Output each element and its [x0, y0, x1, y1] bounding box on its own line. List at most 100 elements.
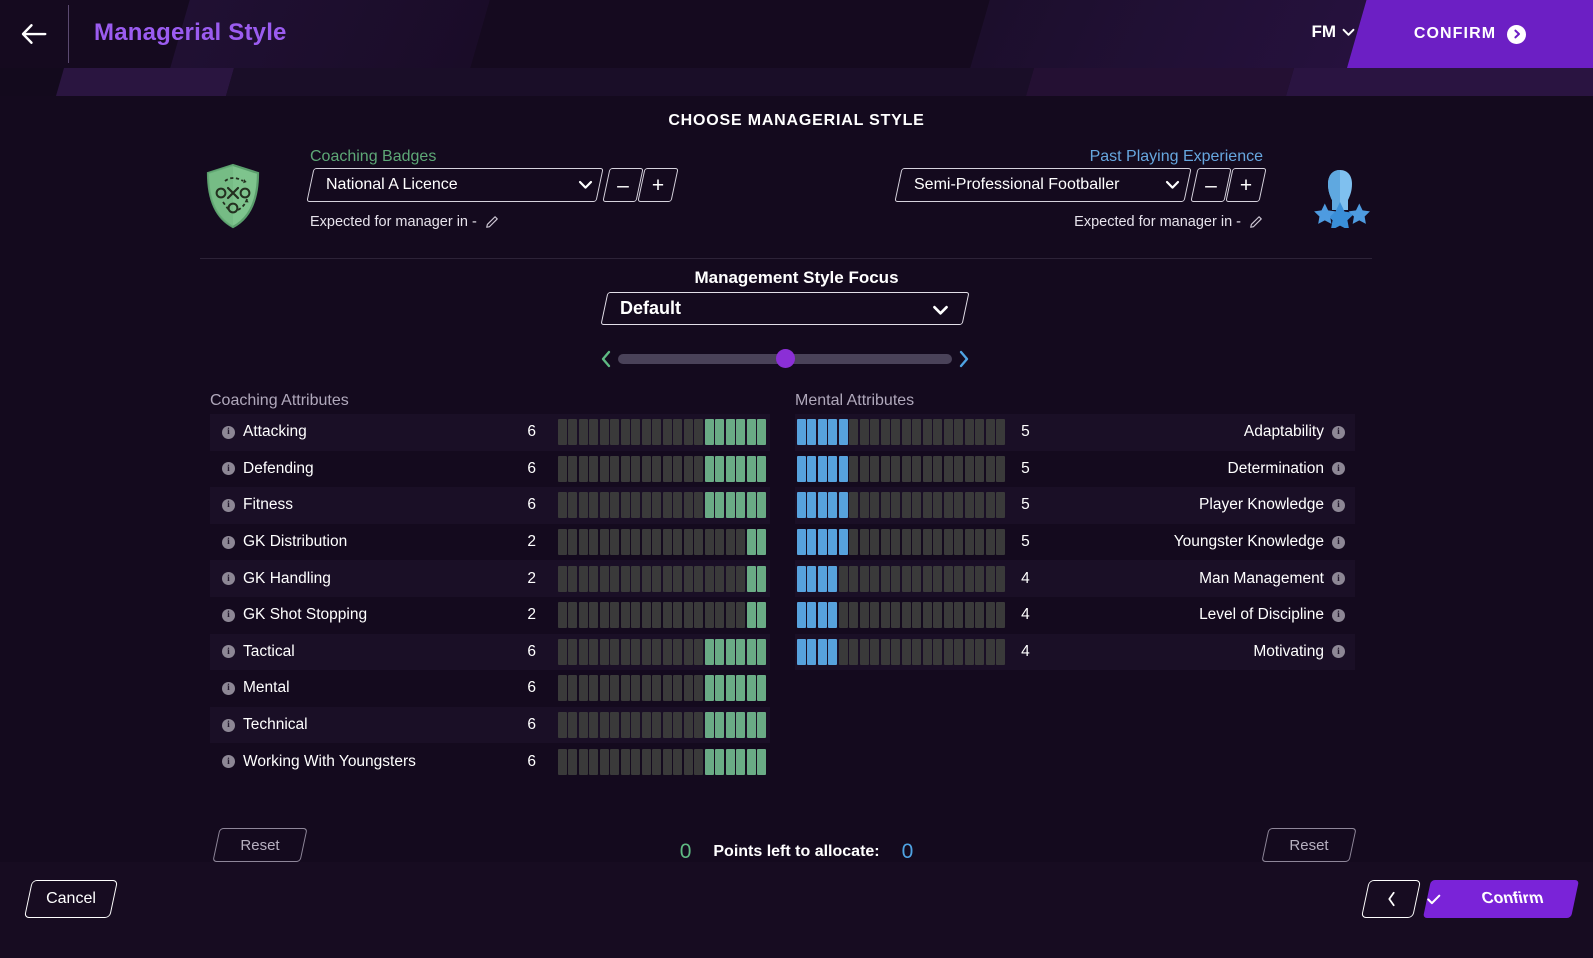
bar-segment	[620, 748, 630, 775]
bar-segment	[797, 529, 806, 556]
info-icon[interactable]: i	[1332, 645, 1345, 659]
info-icon[interactable]: i	[222, 462, 235, 476]
table-row[interactable]: 4 Motivating i	[795, 633, 1355, 671]
previous-button[interactable]	[1360, 880, 1422, 918]
bar-segment	[631, 675, 641, 702]
bar-segment	[610, 419, 620, 446]
bar-segment	[870, 602, 880, 629]
back-button[interactable]	[0, 0, 68, 68]
pencil-icon[interactable]	[1249, 215, 1263, 229]
bar-segment	[985, 419, 995, 446]
confirm-top-button[interactable]: CONFIRM	[1347, 0, 1593, 68]
past-playing-increment[interactable]: +	[1225, 168, 1267, 202]
bar-segment	[558, 712, 567, 739]
chevron-left-icon[interactable]	[600, 350, 612, 368]
focus-slider[interactable]	[600, 346, 970, 372]
cancel-button[interactable]: Cancel	[23, 880, 119, 918]
info-icon[interactable]: i	[222, 425, 235, 439]
table-row[interactable]: i GK Distribution 2	[210, 524, 770, 561]
attribute-name-cell: Youngster Knowledge i	[1053, 533, 1355, 551]
bar-segment	[985, 638, 995, 665]
bar-segment	[891, 638, 901, 665]
table-row[interactable]: i Attacking 6	[210, 414, 770, 451]
info-icon[interactable]: i	[222, 681, 235, 695]
info-icon[interactable]: i	[1332, 608, 1345, 622]
table-row[interactable]: i Mental 6	[210, 670, 770, 707]
info-icon[interactable]: i	[1332, 572, 1345, 586]
table-row[interactable]: i Tactical 6	[210, 633, 770, 671]
info-icon[interactable]: i	[1332, 462, 1345, 476]
bar-segment	[954, 492, 964, 519]
bar-segment	[568, 748, 578, 775]
bar-segment	[620, 638, 630, 665]
table-row[interactable]: i Working With Youngsters 6	[210, 743, 770, 780]
past-playing-value: Semi-Professional Footballer	[914, 176, 1120, 193]
attribute-label: GK Distribution	[243, 533, 348, 551]
bar-segment	[694, 602, 704, 629]
info-icon[interactable]: i	[222, 645, 235, 659]
top-bar: Managerial Style FM CONFIRM	[0, 0, 1593, 68]
bar-segment	[849, 455, 859, 482]
coaching-badges-increment[interactable]: +	[637, 168, 679, 202]
info-icon[interactable]: i	[222, 755, 235, 769]
table-row[interactable]: 4 Man Management i	[795, 560, 1355, 597]
pencil-icon[interactable]	[485, 215, 499, 229]
table-row[interactable]: i Technical 6	[210, 706, 770, 744]
bar-segment	[757, 638, 767, 665]
bar-segment	[807, 602, 817, 629]
bar-segment	[933, 602, 943, 629]
chevron-down-icon[interactable]	[1165, 180, 1180, 190]
info-icon[interactable]: i	[222, 535, 235, 549]
bar-segment	[736, 419, 746, 446]
chevron-down-icon[interactable]	[932, 305, 949, 316]
table-row[interactable]: i Fitness 6	[210, 487, 770, 524]
attribute-bar	[797, 492, 1006, 519]
table-row[interactable]: 5 Player Knowledge i	[795, 487, 1355, 524]
bar-segment	[746, 492, 756, 519]
coaching-badges-value: National A Licence	[326, 176, 458, 193]
bar-segment	[652, 748, 662, 775]
bar-segment	[558, 748, 567, 775]
table-row[interactable]: i GK Handling 2	[210, 560, 770, 597]
info-icon[interactable]: i	[222, 608, 235, 622]
table-row[interactable]: 5 Youngster Knowledge i	[795, 524, 1355, 561]
info-icon[interactable]: i	[1332, 498, 1345, 512]
bar-segment	[558, 675, 567, 702]
info-icon[interactable]: i	[222, 498, 235, 512]
table-row[interactable]: 5 Adaptability i	[795, 414, 1355, 451]
chevron-right-icon[interactable]	[958, 350, 970, 368]
bar-segment	[912, 565, 922, 592]
bar-segment	[610, 748, 620, 775]
info-icon[interactable]: i	[222, 718, 235, 732]
table-row[interactable]: i Defending 6	[210, 451, 770, 488]
circle-arrow-right-icon	[1507, 24, 1527, 44]
chevron-down-icon[interactable]	[578, 180, 593, 190]
info-icon[interactable]: i	[222, 572, 235, 586]
bar-segment	[964, 602, 974, 629]
bar-segment	[715, 602, 725, 629]
slider-thumb[interactable]	[776, 349, 795, 368]
confirm-bottom-button[interactable]: Confirm	[1422, 880, 1580, 918]
bar-segment	[652, 492, 662, 519]
bar-segment	[610, 638, 620, 665]
points-mental-value: 0	[901, 840, 914, 863]
attribute-bar	[797, 565, 1006, 592]
bar-segment	[807, 455, 817, 482]
bar-segment	[828, 455, 838, 482]
bar-segment	[964, 492, 974, 519]
attribute-label: Tactical	[243, 642, 295, 660]
table-row[interactable]: 4 Level of Discipline i	[795, 597, 1355, 634]
table-row[interactable]: 5 Determination i	[795, 451, 1355, 488]
bar-segment	[985, 565, 995, 592]
attribute-bar-cell	[558, 675, 767, 702]
table-row[interactable]: i GK Shot Stopping 2	[210, 597, 770, 634]
bar-segment	[694, 675, 704, 702]
bar-segment	[599, 565, 609, 592]
bar-segment	[694, 638, 704, 665]
bar-segment	[558, 529, 567, 556]
bar-segment	[725, 675, 735, 702]
info-icon[interactable]: i	[1332, 425, 1345, 439]
bar-segment	[558, 492, 567, 519]
bar-segment	[715, 455, 725, 482]
info-icon[interactable]: i	[1332, 535, 1345, 549]
